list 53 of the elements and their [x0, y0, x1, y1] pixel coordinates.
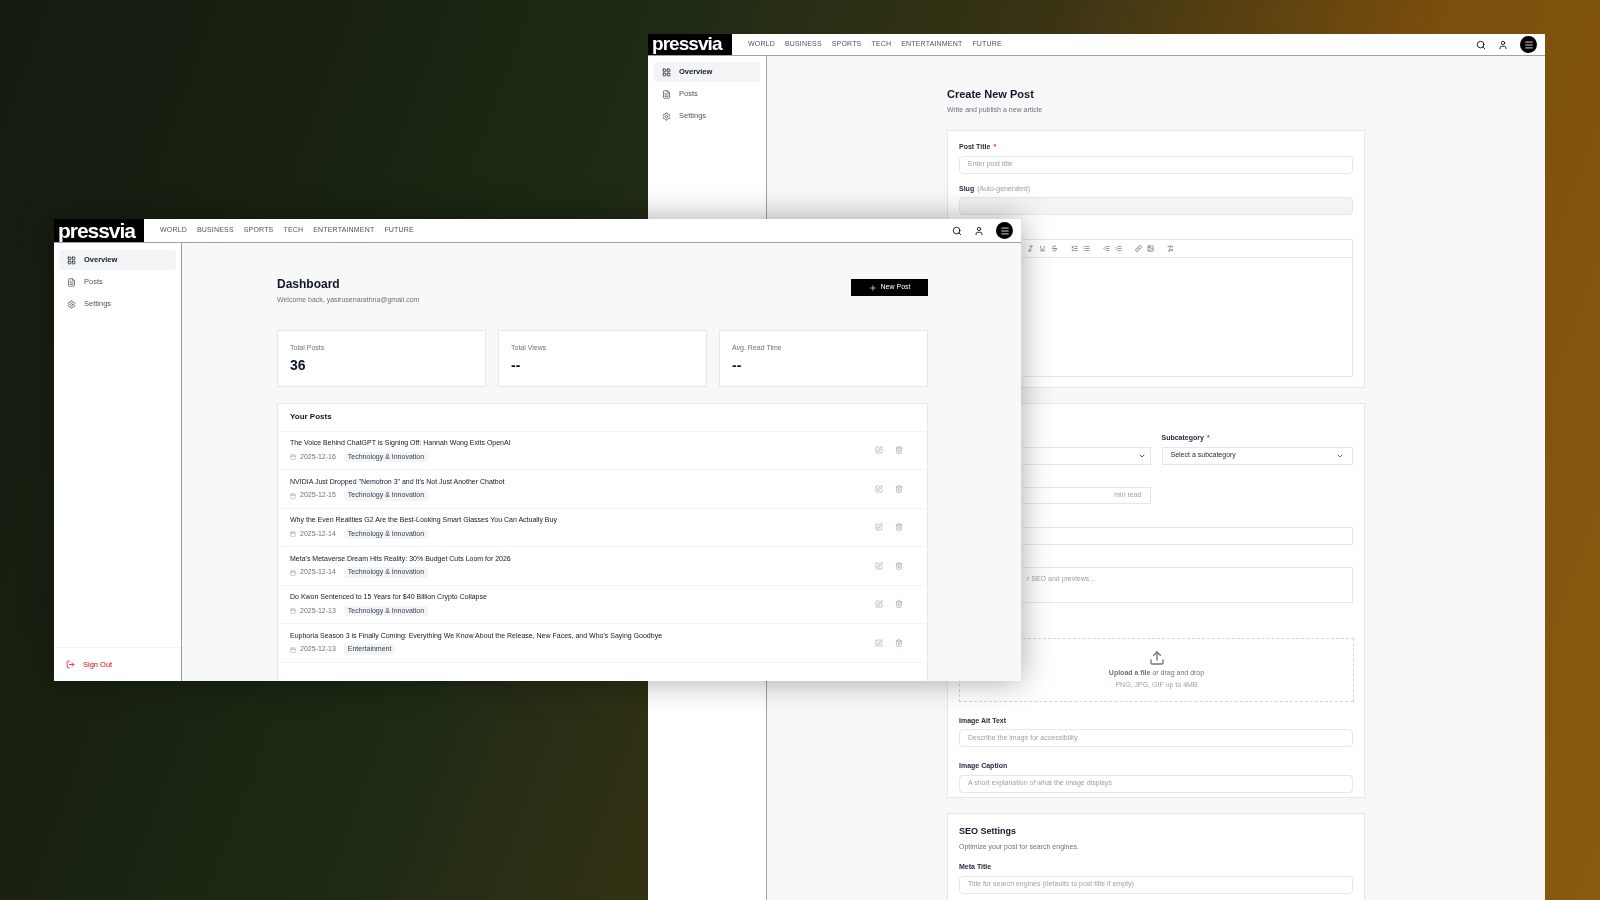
- sign-out-icon: [66, 660, 75, 669]
- trash-icon[interactable]: [895, 600, 903, 609]
- gear-icon: [67, 299, 76, 309]
- page-title: Dashboard: [277, 276, 341, 293]
- indent-icon[interactable]: [1115, 245, 1122, 252]
- edit-icon[interactable]: [875, 561, 883, 570]
- logo[interactable]: pressvia: [54, 219, 144, 242]
- italic-icon[interactable]: [1027, 245, 1034, 252]
- document-icon: [662, 89, 671, 99]
- calendar-icon: [290, 454, 296, 460]
- edit-icon[interactable]: [875, 446, 883, 455]
- grid-icon: [662, 67, 671, 77]
- strikethrough-icon[interactable]: [1051, 245, 1058, 252]
- calendar-icon: [290, 646, 296, 653]
- calendar-icon: [290, 608, 296, 614]
- underline-icon[interactable]: [1039, 245, 1046, 252]
- user-icon[interactable]: [974, 225, 984, 236]
- link-icon[interactable]: [1135, 245, 1142, 252]
- calendar-icon: [290, 492, 296, 499]
- search-icon[interactable]: [1476, 39, 1486, 50]
- card-title: Your Posts: [290, 411, 332, 423]
- stat-value: 36: [290, 356, 307, 375]
- trash-icon[interactable]: [895, 561, 903, 570]
- page-title: Create New Post: [947, 87, 1035, 102]
- input-field[interactable]: [959, 197, 1353, 215]
- user-icon[interactable]: [1498, 39, 1508, 50]
- search-icon[interactable]: [952, 225, 962, 236]
- logo[interactable]: pressvia: [648, 34, 732, 55]
- edit-icon[interactable]: [875, 638, 883, 647]
- trash-icon[interactable]: [895, 446, 903, 455]
- input-field[interactable]: [1023, 526, 1353, 545]
- image-icon[interactable]: [1147, 245, 1154, 252]
- outdent-icon[interactable]: [1103, 245, 1110, 252]
- select-field[interactable]: [1023, 446, 1151, 465]
- trash-icon[interactable]: [895, 523, 903, 532]
- trash-icon[interactable]: [895, 484, 903, 493]
- calendar-icon: [290, 531, 296, 537]
- trash-icon[interactable]: [895, 638, 903, 647]
- clear-format-icon[interactable]: [1167, 245, 1174, 252]
- document-icon: [67, 277, 76, 287]
- edit-icon[interactable]: [875, 484, 883, 493]
- edit-icon[interactable]: [875, 600, 883, 609]
- upload-icon: [1148, 649, 1165, 666]
- calendar-icon: [290, 569, 296, 576]
- stat-value: --: [732, 356, 743, 375]
- bullet-list-icon[interactable]: [1083, 245, 1090, 252]
- numbered-list-icon[interactable]: [1071, 245, 1078, 252]
- section-title: SEO Settings: [959, 825, 1017, 838]
- stat-value: --: [511, 356, 522, 375]
- grid-icon: [67, 255, 76, 265]
- edit-icon[interactable]: [875, 523, 883, 532]
- gear-icon: [662, 111, 671, 121]
- plus-icon: [868, 283, 877, 292]
